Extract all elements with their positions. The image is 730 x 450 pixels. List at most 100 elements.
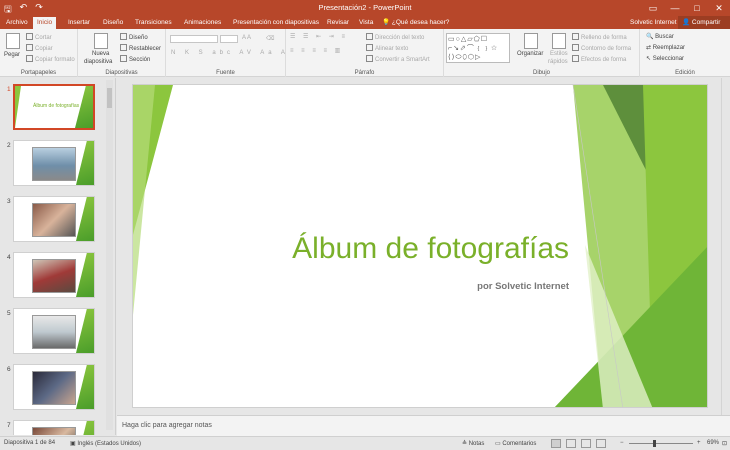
- group-label-edicion: Edición: [675, 70, 695, 76]
- cut-button[interactable]: Cortar: [26, 33, 52, 41]
- tab-transiciones[interactable]: Transiciones: [131, 17, 176, 29]
- slide-thumbnail-4[interactable]: [13, 252, 95, 298]
- reading-view-icon[interactable]: [581, 439, 591, 448]
- zoom-slider-knob[interactable]: [653, 440, 656, 447]
- fit-slide-icon[interactable]: ⊡: [722, 440, 727, 447]
- shape-outline-button[interactable]: Contorno de forma: [572, 44, 631, 52]
- reset-button[interactable]: Restablecer: [120, 44, 161, 52]
- shape-effects-button[interactable]: Efectos de forma: [572, 55, 626, 63]
- slide-thumbnail-2[interactable]: [13, 140, 95, 186]
- share-button[interactable]: 👤 Compartir: [678, 16, 730, 29]
- zoom-percentage[interactable]: 69%: [707, 440, 719, 446]
- notes-pane[interactable]: Haga clic para agregar notas: [117, 415, 730, 436]
- user-name[interactable]: Solvetic Internet: [630, 17, 677, 28]
- notes-icon: ≜: [462, 441, 468, 447]
- clear-format-icon[interactable]: ⌫: [266, 35, 274, 42]
- maximize-button[interactable]: □: [686, 0, 708, 16]
- smartart-label: Convertir a SmartArt: [375, 57, 430, 63]
- slide-title[interactable]: Álbum de fotografías: [259, 232, 569, 266]
- group-photo: [32, 427, 76, 435]
- tab-diseno[interactable]: Diseño: [99, 17, 127, 29]
- title-bar: 🖫 ↶ ↷ Presentación2 - PowerPoint ▭ — □ ✕: [0, 0, 730, 16]
- tab-insertar[interactable]: Insertar: [64, 17, 94, 29]
- window-controls: ▭ — □ ✕: [642, 0, 730, 16]
- replace-button[interactable]: ⇄ Reemplazar: [646, 44, 685, 51]
- grow-font-icon[interactable]: A A: [242, 35, 251, 41]
- new-slide-button-2[interactable]: diapositiva: [84, 59, 112, 65]
- quick-styles-icon[interactable]: [552, 33, 566, 49]
- slide-thumbnail-3[interactable]: [13, 196, 95, 242]
- comments-label: Comentarios: [502, 441, 537, 447]
- shape-outline-label: Contorno de forma: [581, 46, 632, 52]
- align-icons[interactable]: ≡ ≡ ≡ ≡ ▥: [290, 47, 343, 54]
- font-style-icons[interactable]: N K S abc AV Aa A: [171, 50, 289, 56]
- slide-thumbnail-7[interactable]: [13, 420, 95, 435]
- slide-thumbnail-6[interactable]: [13, 364, 95, 410]
- language-indicator[interactable]: ▣ Inglés (Estados Unidos): [70, 440, 141, 447]
- section-button[interactable]: Sección: [120, 55, 150, 63]
- new-slide-button[interactable]: Nueva: [92, 51, 109, 57]
- thumbnails-scrollbar[interactable]: [106, 80, 113, 430]
- tab-animaciones[interactable]: Animaciones: [180, 17, 225, 29]
- align-text-button[interactable]: Alinear texto: [366, 44, 408, 52]
- tab-archivo[interactable]: Archivo: [2, 17, 32, 29]
- list-icons[interactable]: ☰ ☰ ⇤ ⇥ ≡: [290, 33, 348, 40]
- copy-button[interactable]: Copiar: [26, 44, 53, 52]
- copy-icon: [26, 44, 33, 51]
- group-label-parrafo: Párrafo: [354, 70, 375, 76]
- new-slide-icon[interactable]: [94, 33, 108, 49]
- quick-styles-button[interactable]: Estilos: [550, 51, 568, 57]
- find-button[interactable]: 🔍 Buscar: [646, 33, 674, 40]
- slide-thumbnail-5[interactable]: [13, 308, 95, 354]
- ribbon-display-icon[interactable]: ▭: [642, 0, 664, 16]
- slide-sorter-icon[interactable]: [566, 439, 576, 448]
- minimize-button[interactable]: —: [664, 0, 686, 16]
- font-size-box[interactable]: [220, 35, 238, 43]
- slide-subtitle[interactable]: por Solvetic Internet: [369, 281, 569, 292]
- slide-scrollbar[interactable]: [721, 78, 730, 415]
- arrange-icon[interactable]: [524, 33, 538, 49]
- tab-presentacion[interactable]: Presentación con diapositivas: [229, 17, 323, 29]
- shape-fill-button[interactable]: Relleno de forma: [572, 33, 627, 41]
- comments-button[interactable]: ▭ Comentarios: [495, 440, 536, 447]
- decorative-shape: [76, 197, 94, 241]
- reset-icon: [120, 44, 127, 51]
- tab-revisar[interactable]: Revisar: [323, 17, 353, 29]
- paste-button[interactable]: Pegar: [4, 52, 20, 58]
- tell-me-text: ¿Qué desea hacer?: [391, 19, 450, 26]
- layout-button[interactable]: Diseño: [120, 33, 148, 41]
- normal-view-icon[interactable]: [551, 439, 561, 448]
- quick-styles-button-2[interactable]: rápidos: [548, 59, 568, 65]
- paste-icon[interactable]: [6, 33, 20, 49]
- scrollbar-thumb[interactable]: [107, 88, 112, 108]
- tab-inicio[interactable]: Inicio: [33, 17, 57, 29]
- notes-placeholder: Haga clic para agregar notas: [122, 422, 212, 429]
- shapes-gallery[interactable]: ▭○△▱⬠☐ ⌐↘⬀⌒﹛﹜☆ ⟨⟩⬭⬯⬡▷: [446, 33, 510, 63]
- window-title: Presentación2 - PowerPoint: [318, 3, 412, 12]
- status-bar: Diapositiva 1 de 84 ▣ Inglés (Estados Un…: [0, 436, 730, 450]
- zoom-out-icon[interactable]: −: [620, 440, 624, 446]
- close-button[interactable]: ✕: [708, 0, 730, 16]
- tell-me-box[interactable]: 💡 ¿Qué desea hacer?: [382, 17, 449, 28]
- format-painter-button[interactable]: Copiar formato: [26, 55, 75, 63]
- slide-thumbnail-1[interactable]: Álbum de fotografías: [13, 84, 95, 130]
- notes-button[interactable]: ≜ Notas: [462, 440, 484, 447]
- comment-icon: ▭: [495, 441, 501, 447]
- font-name-box[interactable]: [170, 35, 218, 43]
- zoom-slider[interactable]: [629, 443, 693, 444]
- select-button[interactable]: ↖ Seleccionar: [646, 55, 684, 62]
- zoom-in-icon[interactable]: +: [697, 440, 701, 446]
- group-diapositivas: Nueva diapositiva Diseño Restablecer Sec…: [78, 29, 166, 77]
- current-slide[interactable]: Álbum de fotografías por Solvetic Intern…: [132, 84, 708, 408]
- ribbon: Pegar Cortar Copiar Copiar formato Porta…: [0, 29, 730, 77]
- arrange-button[interactable]: Organizar: [517, 51, 543, 57]
- thumbnail-number: 4: [7, 254, 11, 261]
- smartart-button[interactable]: Convertir a SmartArt: [366, 55, 430, 63]
- decorative-shape: [76, 253, 94, 297]
- fill-icon: [572, 33, 579, 40]
- bus-photo: [32, 147, 76, 181]
- slideshow-icon[interactable]: [596, 439, 606, 448]
- decorative-shape: [15, 86, 21, 128]
- text-direction-button[interactable]: Dirección del texto: [366, 33, 424, 41]
- tab-vista[interactable]: Vista: [355, 17, 377, 29]
